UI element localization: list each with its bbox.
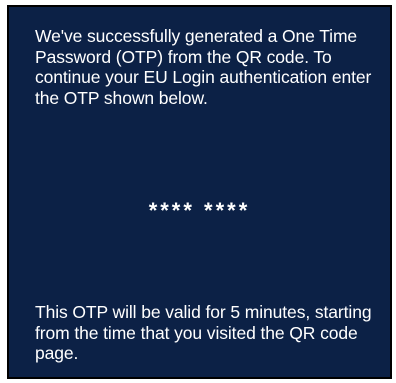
otp-intro-message: We've successfully generated a One Time … — [35, 26, 372, 108]
otp-panel: We've successfully generated a One Time … — [7, 5, 392, 379]
otp-validity-message: This OTP will be valid for 5 minutes, st… — [35, 302, 372, 363]
otp-code-display: **** **** — [148, 198, 251, 223]
screenshot-frame: We've successfully generated a One Time … — [0, 0, 396, 383]
